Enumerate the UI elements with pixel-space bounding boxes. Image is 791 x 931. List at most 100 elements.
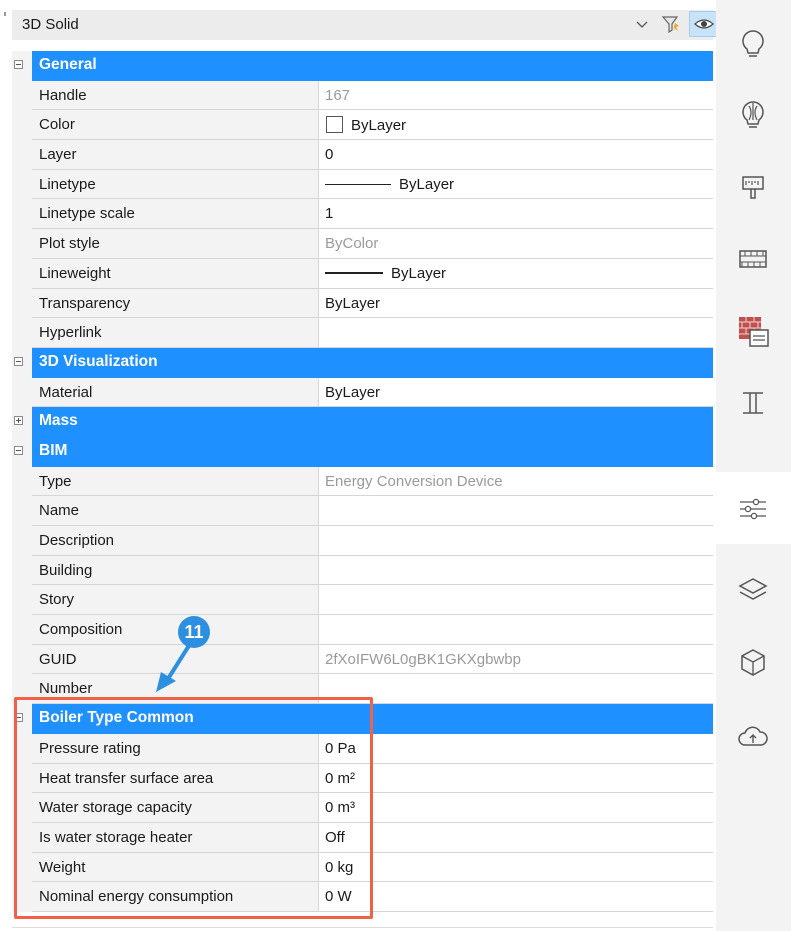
property-name: Linetype scale xyxy=(32,199,318,230)
category-label: BIM xyxy=(39,441,68,459)
entity-type-value: 3D Solid xyxy=(22,16,79,33)
property-value[interactable]: ByLayer xyxy=(318,110,713,141)
sidebar-button-cloud[interactable] xyxy=(716,700,791,772)
property-row-guid[interactable]: GUID 2fXoIFW6L0gBK1GKXgbwbp xyxy=(12,644,713,675)
annotation-arrow-icon xyxy=(156,642,192,692)
collapse-icon[interactable] xyxy=(14,356,23,366)
property-name: Plot style xyxy=(32,229,318,259)
sidebar-button-hatch[interactable] xyxy=(716,222,791,294)
hatch-icon xyxy=(739,250,767,268)
row-gutter xyxy=(12,555,32,586)
property-row-handle[interactable]: Handle 167 xyxy=(12,80,713,111)
property-value[interactable] xyxy=(318,496,713,526)
property-value-text: 167 xyxy=(325,86,351,104)
property-row-layer[interactable]: Layer 0 xyxy=(12,140,713,170)
property-row-transparency[interactable]: Transparency ByLayer xyxy=(12,288,713,319)
property-value-text: ByLayer xyxy=(325,383,381,401)
property-value[interactable]: 0 W xyxy=(318,882,713,912)
sidebar-button-3d-object[interactable] xyxy=(716,626,791,698)
category-mass[interactable]: Mass xyxy=(12,407,713,437)
property-value-text: ByLayer xyxy=(391,264,447,282)
collapse-icon[interactable] xyxy=(14,60,23,69)
sidebar-button-brush[interactable] xyxy=(716,150,791,222)
property-name: Color xyxy=(32,110,318,141)
property-row-linetype-scale[interactable]: Linetype scale 1 xyxy=(12,199,713,230)
property-value[interactable] xyxy=(318,585,713,616)
property-row-plot-style[interactable]: Plot style ByColor xyxy=(12,229,713,259)
property-value[interactable]: Off xyxy=(318,822,713,853)
property-value: 2fXoIFW6L0gBK1GKXgbwbp xyxy=(318,644,713,675)
property-name: Lineweight xyxy=(32,258,318,289)
category-bim[interactable]: BIM xyxy=(12,436,713,467)
property-name: Layer xyxy=(32,140,318,170)
property-value[interactable]: ByLayer xyxy=(318,377,713,408)
property-name: Description xyxy=(32,526,318,556)
property-value-text: Energy Conversion Device xyxy=(325,472,503,490)
quick-select-filter-icon[interactable] xyxy=(660,13,682,35)
collapse-icon[interactable] xyxy=(14,445,23,455)
property-value-text: 1 xyxy=(325,205,334,223)
expand-icon[interactable] xyxy=(14,416,23,426)
property-value[interactable]: 0 m² xyxy=(318,763,713,794)
property-row-composition[interactable]: Composition xyxy=(12,615,713,645)
property-value: 167 xyxy=(318,80,713,111)
property-value-text: ByLayer xyxy=(351,117,407,135)
property-value-text: ByLayer xyxy=(325,294,381,312)
sidebar-button-properties[interactable] xyxy=(716,472,791,544)
property-value[interactable]: ByLayer xyxy=(318,288,713,319)
callout-badge: 11 xyxy=(178,616,210,648)
property-row-description[interactable]: Description xyxy=(12,526,713,556)
row-gutter xyxy=(12,318,32,348)
property-value[interactable]: 0 Pa xyxy=(318,733,713,764)
sidebar-button-light-sources[interactable] xyxy=(716,78,791,150)
property-row-building[interactable]: Building xyxy=(12,555,713,586)
category-label: General xyxy=(39,56,97,73)
chevron-down-icon[interactable] xyxy=(634,16,650,32)
3d-cube-icon xyxy=(741,649,765,676)
property-value: Energy Conversion Device xyxy=(318,466,713,497)
property-row-lineweight[interactable]: Lineweight ByLayer xyxy=(12,258,713,289)
linetype-preview-icon xyxy=(325,183,391,185)
property-value[interactable] xyxy=(318,674,713,705)
property-value[interactable]: ByLayer xyxy=(318,169,713,200)
property-value[interactable]: 0 m³ xyxy=(318,793,713,823)
row-gutter xyxy=(12,615,32,645)
property-name: Linetype xyxy=(32,169,318,200)
property-row-hyperlink[interactable]: Hyperlink xyxy=(12,318,713,348)
property-value: ByColor xyxy=(318,229,713,259)
property-name: Story xyxy=(32,585,318,616)
property-row-type[interactable]: Type Energy Conversion Device xyxy=(12,466,713,497)
property-row-color[interactable]: Color ByLayer xyxy=(12,110,713,141)
toggle-pickadd-button[interactable] xyxy=(689,11,717,37)
property-row-linetype[interactable]: Linetype ByLayer xyxy=(12,169,713,200)
sidebar-button-material-browser[interactable] xyxy=(716,294,791,366)
property-value[interactable] xyxy=(318,615,713,645)
property-value[interactable]: 0 xyxy=(318,140,713,170)
lineweight-preview-icon xyxy=(325,271,383,274)
property-value[interactable]: ByLayer xyxy=(318,258,713,289)
row-gutter xyxy=(12,199,32,230)
property-row-name[interactable]: Name xyxy=(12,496,713,526)
property-value[interactable] xyxy=(318,555,713,586)
category-label: 3D Visualization xyxy=(39,352,158,370)
sidebar-button-lightbulb[interactable] xyxy=(716,6,791,78)
category-3d-visualization[interactable]: 3D Visualization xyxy=(12,347,713,378)
sidebar-button-layers[interactable] xyxy=(716,554,791,626)
property-value[interactable] xyxy=(318,318,713,348)
material-browser-icon xyxy=(739,317,769,347)
property-value[interactable]: 1 xyxy=(318,199,713,230)
property-row-material[interactable]: Material ByLayer xyxy=(12,377,713,408)
property-value-text: 2fXoIFW6L0gBK1GKXgbwbp xyxy=(325,650,521,668)
row-gutter xyxy=(12,169,32,200)
sidebar-button-structural[interactable] xyxy=(716,366,791,438)
row-gutter xyxy=(12,377,32,408)
property-value[interactable] xyxy=(318,526,713,556)
category-general[interactable]: General xyxy=(12,51,713,81)
color-swatch-icon xyxy=(326,116,343,134)
property-value[interactable]: 0 kg xyxy=(318,852,713,883)
lightbulb-icon xyxy=(742,30,764,57)
property-row-story[interactable]: Story xyxy=(12,585,713,616)
entity-type-dropdown[interactable]: 3D Solid xyxy=(12,10,717,40)
row-gutter xyxy=(12,140,32,170)
annotation-highlight-box xyxy=(14,697,373,919)
